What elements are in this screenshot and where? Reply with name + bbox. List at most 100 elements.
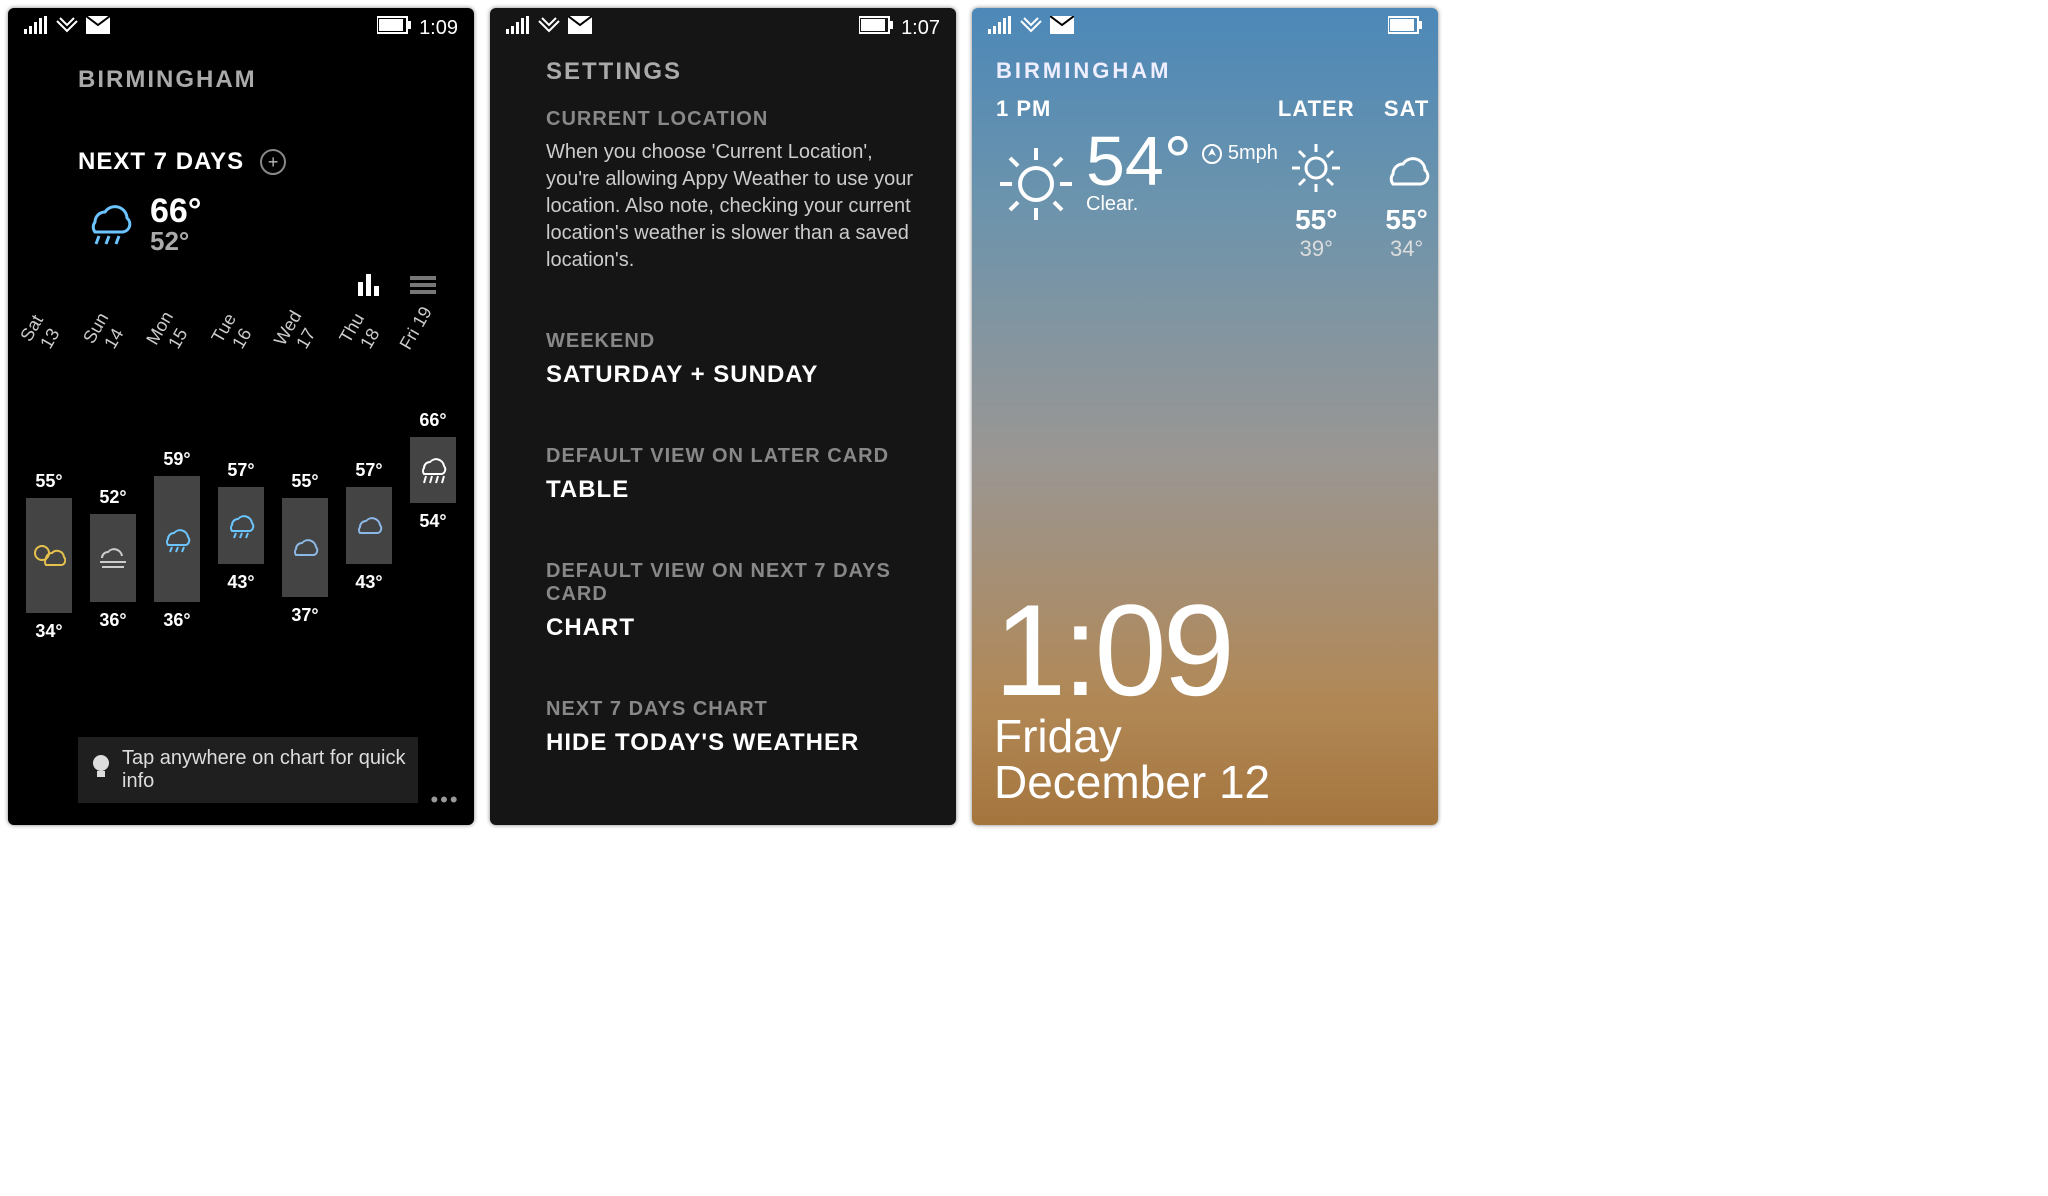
fog-icon xyxy=(96,543,130,573)
sun-icon xyxy=(996,144,1076,224)
setting-weekend[interactable]: WEEKEND SATURDAY + SUNDAY xyxy=(546,330,920,389)
rain-icon xyxy=(78,195,136,253)
future-sat: SAT 55°34° xyxy=(1379,96,1435,262)
now-block: 1 PM 54° 5mph Clear. xyxy=(996,96,1278,224)
mail-icon xyxy=(86,16,110,40)
location-header: BIRMINGHAM xyxy=(8,58,474,102)
bar-low: 43° xyxy=(227,572,254,593)
bar-low: 37° xyxy=(291,605,318,626)
settings-screen: 1:07 SETTINGS CURRENT LOCATION When you c… xyxy=(490,8,956,825)
current-summary: 66° 52° xyxy=(8,176,474,272)
status-bar-time: 1:07 xyxy=(901,17,940,40)
bar-high: 55° xyxy=(35,471,62,492)
status-bar-time: 1:09 xyxy=(419,17,458,40)
page-title: SETTINGS xyxy=(546,58,682,86)
bar-low: 36° xyxy=(163,610,190,631)
future-label: LATER xyxy=(1278,96,1355,122)
clock-date: December 12 xyxy=(994,759,1270,805)
showers-icon xyxy=(160,524,194,554)
setting-value: SATURDAY + SUNDAY xyxy=(546,361,920,389)
bar-high: 59° xyxy=(163,449,190,470)
setting-label: DEFAULT VIEW ON LATER CARD xyxy=(546,445,920,468)
bar-column[interactable]: 57° 43° xyxy=(344,388,394,668)
lockscreen-clock: 1:09 Friday December 12 xyxy=(994,592,1270,805)
now-label: 1 PM xyxy=(996,96,1278,122)
settings-list: CURRENT LOCATION When you choose 'Current… xyxy=(546,108,920,815)
wifi-icon xyxy=(538,16,560,40)
hint-text: Tap anywhere on chart for quick info xyxy=(122,747,406,793)
setting-description: When you choose 'Current Location', you'… xyxy=(546,139,920,274)
battery-icon xyxy=(377,16,411,40)
add-location-button[interactable]: + xyxy=(260,149,286,175)
bar-column[interactable]: 55° 37° xyxy=(280,388,330,668)
bar-column[interactable]: 59° 36° xyxy=(152,388,202,668)
setting-current-location[interactable]: CURRENT LOCATION When you choose 'Current… xyxy=(546,108,920,274)
bar-high: 55° xyxy=(291,471,318,492)
day-label: Sat 13 xyxy=(11,301,88,374)
now-condition: Clear. xyxy=(1086,193,1278,216)
setting-next7-chart[interactable]: NEXT 7 DAYS CHART HIDE TODAY'S WEATHER xyxy=(546,698,920,757)
showers-icon xyxy=(224,510,258,540)
wifi-icon xyxy=(56,16,78,40)
current-low: 52° xyxy=(150,228,201,254)
day-label: Mon 15 xyxy=(139,301,216,374)
cloudy-icon xyxy=(352,510,386,540)
setting-value: TABLE xyxy=(546,476,920,504)
future-label: SAT xyxy=(1384,96,1429,122)
status-bar xyxy=(972,8,1438,48)
sun-outline-icon xyxy=(1288,140,1344,196)
bar-low: 34° xyxy=(35,621,62,642)
bar-low: 54° xyxy=(419,511,446,532)
future-low: 34° xyxy=(1390,236,1423,262)
bar-low: 36° xyxy=(99,610,126,631)
forecast-chart[interactable]: Sat 13Sun 14Mon 15Tue 16Wed 17Thu 18Fri … xyxy=(24,308,458,668)
setting-label: WEEKEND xyxy=(546,330,920,353)
bar-column[interactable]: 55° 34° xyxy=(24,388,74,668)
future-later: LATER 55°39° xyxy=(1278,96,1355,262)
now-temp: 54° xyxy=(1086,130,1192,193)
bar-column[interactable]: 57° 43° xyxy=(216,388,266,668)
day-label: Tue 16 xyxy=(203,301,280,374)
setting-later-default[interactable]: DEFAULT VIEW ON LATER CARD TABLE xyxy=(546,445,920,504)
setting-label: CURRENT LOCATION xyxy=(546,108,920,131)
day-label: Thu 18 xyxy=(331,301,408,374)
forecast-screen: 1:09 BIRMINGHAM NEXT 7 DAYS + 66° 52° Sa… xyxy=(8,8,474,825)
chart-view-button[interactable] xyxy=(354,272,384,298)
bar-column[interactable]: 52°36° xyxy=(88,388,138,668)
day-label: Wed 17 xyxy=(267,301,344,374)
clock-time: 1:09 xyxy=(994,592,1270,709)
status-bar: 1:07 xyxy=(490,8,956,48)
setting-label: NEXT 7 DAYS CHART xyxy=(546,698,920,721)
battery-icon xyxy=(859,16,893,40)
list-view-button[interactable] xyxy=(408,272,438,298)
bar-low: 43° xyxy=(355,572,382,593)
day-label: Sun 14 xyxy=(75,301,152,374)
partly-cloudy-icon xyxy=(32,540,66,570)
wifi-icon xyxy=(1020,16,1042,40)
hint-bar: Tap anywhere on chart for quick info xyxy=(78,737,418,803)
mail-icon xyxy=(568,16,592,40)
rain-icon xyxy=(416,455,450,485)
page-title: NEXT 7 DAYS xyxy=(78,148,244,176)
bar-high: 57° xyxy=(355,460,382,481)
setting-label: DEFAULT VIEW ON NEXT 7 DAYS CARD xyxy=(546,560,920,606)
more-button[interactable]: ••• xyxy=(428,787,462,821)
future-low: 39° xyxy=(1300,236,1333,262)
cloud-icon xyxy=(1379,140,1435,196)
future-high: 55° xyxy=(1385,204,1427,236)
bar-high: 66° xyxy=(419,410,446,431)
setting-next7-default[interactable]: DEFAULT VIEW ON NEXT 7 DAYS CARD CHART xyxy=(546,560,920,642)
now-wind: 5mph xyxy=(1202,142,1278,165)
bulb-icon xyxy=(90,754,112,786)
status-bar: 1:09 xyxy=(8,8,474,48)
future-high: 55° xyxy=(1295,204,1337,236)
day-label: Fri 19 xyxy=(395,301,472,374)
mail-icon xyxy=(1050,16,1074,40)
location-header: BIRMINGHAM xyxy=(996,58,1171,84)
setting-value: CHART xyxy=(546,614,920,642)
bar-high: 57° xyxy=(227,460,254,481)
setting-value: HIDE TODAY'S WEATHER xyxy=(546,729,920,757)
signal-icon xyxy=(506,16,530,40)
lockscreen: BIRMINGHAM 1 PM 54° 5mph Clear. xyxy=(972,8,1438,825)
bar-column[interactable]: 66° 54° xyxy=(408,388,458,668)
